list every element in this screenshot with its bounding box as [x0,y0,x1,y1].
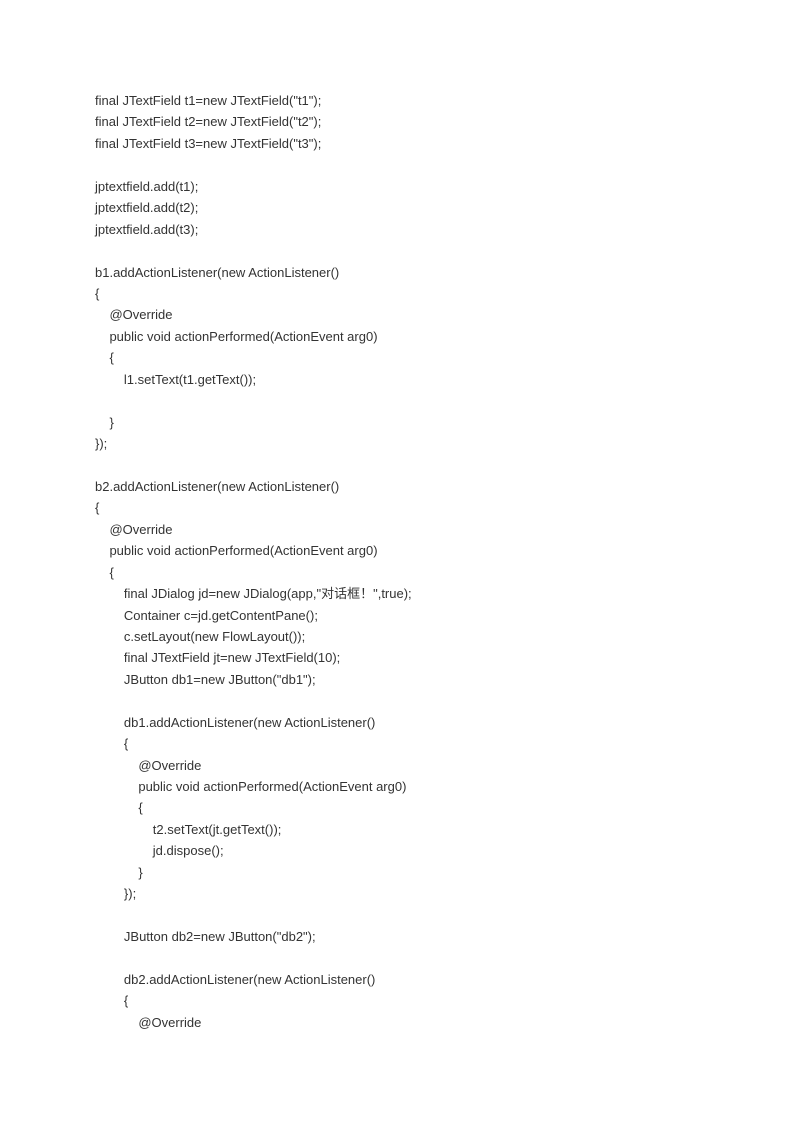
code-page: final JTextField t1=new JTextField("t1")… [0,0,800,1132]
code-block: final JTextField t1=new JTextField("t1")… [95,93,412,1030]
